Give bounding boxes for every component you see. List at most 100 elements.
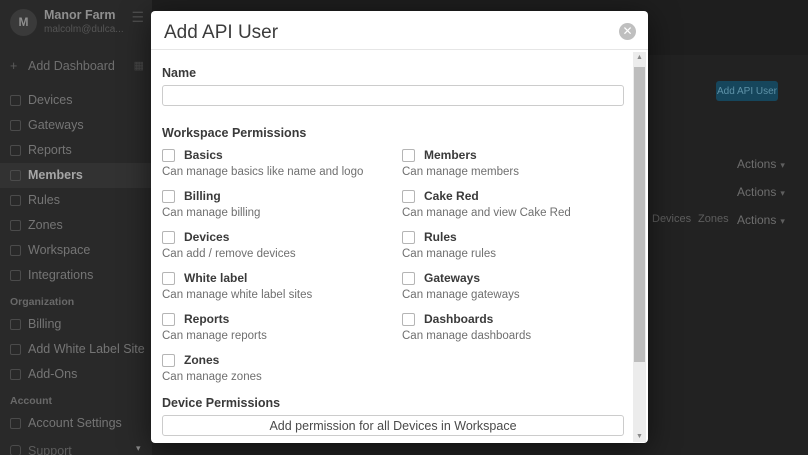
sidebar-item[interactable]: Add White Label Site — [0, 337, 152, 362]
permission-description: Can manage members — [402, 166, 624, 178]
sidebar-item-icon — [10, 418, 21, 429]
sidebar-item[interactable]: Billing — [0, 312, 152, 337]
close-icon[interactable]: ✕ — [619, 23, 636, 40]
permission-checkbox[interactable] — [402, 190, 415, 203]
permission-description: Can manage basics like name and logo — [162, 166, 384, 178]
chevron-down-icon: ▾ — [780, 216, 785, 226]
permission-item: Cake Red Can manage and view Cake Red — [402, 189, 624, 230]
actions-dropdown[interactable]: Actions▾ — [737, 213, 785, 227]
permission-description: Can manage zones — [162, 371, 384, 383]
actions-dropdown[interactable]: Actions▾ — [737, 185, 785, 199]
permission-checkbox[interactable] — [162, 190, 175, 203]
plus-icon: + — [10, 55, 17, 77]
permission-label: Cake Red — [424, 189, 479, 203]
column-header-devices: Devices — [652, 213, 691, 225]
permission-description: Can add / remove devices — [162, 248, 384, 260]
sidebar-item[interactable]: Account Settings — [0, 411, 152, 436]
permission-label: Zones — [184, 353, 219, 367]
actions-dropdown[interactable]: Actions▾ — [737, 157, 785, 171]
add-all-devices-button[interactable]: Add permission for all Devices in Worksp… — [162, 415, 624, 436]
sidebar-item[interactable]: Integrations — [0, 263, 152, 288]
sidebar-nav-organization: Billing Add White Label Site Add-Ons — [0, 312, 152, 387]
permission-checkbox[interactable] — [162, 313, 175, 326]
sidebar-item-icon — [10, 220, 21, 231]
permission-label: Billing — [184, 189, 221, 203]
permission-checkbox[interactable] — [402, 149, 415, 162]
permission-item: Rules Can manage rules — [402, 230, 624, 271]
workspace-email: malcolm@dulca... — [44, 24, 130, 35]
permission-description: Can manage rules — [402, 248, 624, 260]
device-permissions-title: Device Permissions — [162, 396, 624, 410]
sidebar-item[interactable]: Zones — [0, 213, 152, 238]
permission-item: Zones Can manage zones — [162, 353, 384, 394]
permission-item: White label Can manage white label sites — [162, 271, 384, 312]
avatar: M — [10, 9, 37, 36]
add-api-user-button[interactable]: Add API User — [716, 81, 778, 101]
scroll-up-icon[interactable]: ▲ — [633, 54, 646, 61]
workspace-permissions-title: Workspace Permissions — [162, 126, 624, 140]
permission-checkbox[interactable] — [162, 272, 175, 285]
permission-label: Rules — [424, 230, 457, 244]
workspace-name: Manor Farm — [44, 8, 116, 22]
permission-description: Can manage billing — [162, 207, 384, 219]
table-row: Actions▾ — [737, 185, 785, 199]
sidebar-item-icon — [10, 319, 21, 330]
sidebar-item-icon — [10, 170, 21, 181]
permission-checkbox[interactable] — [162, 149, 175, 162]
permission-description: Can manage dashboards — [402, 330, 624, 342]
permission-description: Can manage and view Cake Red — [402, 207, 624, 219]
name-input[interactable] — [162, 85, 624, 106]
sidebar: M Manor Farm malcolm@dulca... ☰ + Add Da… — [0, 0, 152, 455]
section-label-account: Account — [10, 395, 152, 407]
add-dashboard-label: Add Dashboard — [28, 55, 115, 77]
sidebar-item-icon — [10, 245, 21, 256]
permission-checkbox[interactable] — [162, 354, 175, 367]
modal-scrollbar[interactable]: ▲ ▼ — [633, 52, 646, 442]
chevron-down-icon: ▾ — [780, 188, 785, 198]
modal-title: Add API User — [164, 22, 278, 44]
permission-label: White label — [184, 271, 247, 285]
sidebar-item[interactable]: Rules — [0, 188, 152, 213]
hamburger-icon[interactable]: ☰ — [131, 9, 144, 26]
permission-checkbox[interactable] — [162, 231, 175, 244]
sidebar-item-icon — [10, 369, 21, 380]
sidebar-item-icon — [10, 95, 21, 106]
permission-item: Dashboards Can manage dashboards — [402, 312, 624, 353]
sidebar-nav-account: Account Settings — [0, 411, 152, 436]
permission-description: Can manage reports — [162, 330, 384, 342]
table-row: Actions▾ — [737, 157, 785, 171]
scroll-down-icon[interactable]: ▼ — [633, 433, 646, 440]
sidebar-scroll-down-icon[interactable]: ▾ — [136, 443, 141, 454]
section-label-organization: Organization — [10, 296, 152, 308]
permission-item: Devices Can add / remove devices — [162, 230, 384, 271]
sidebar-item-icon — [10, 120, 21, 131]
permission-description: Can manage white label sites — [162, 289, 384, 301]
permission-label: Gateways — [424, 271, 480, 285]
sidebar-item[interactable]: Gateways — [0, 113, 152, 138]
permission-label: Reports — [184, 312, 229, 326]
permission-label: Basics — [184, 148, 223, 162]
workspace-switcher[interactable]: M Manor Farm malcolm@dulca... ☰ — [0, 0, 152, 50]
sidebar-item[interactable]: Members — [0, 163, 152, 188]
sidebar-item[interactable]: Workspace — [0, 238, 152, 263]
column-header-zones: Zones — [698, 213, 729, 225]
name-label: Name — [162, 66, 624, 80]
sidebar-item[interactable]: Add-Ons — [0, 362, 152, 387]
sidebar-item[interactable]: Devices — [0, 88, 152, 113]
permission-checkbox[interactable] — [402, 272, 415, 285]
permission-item: Reports Can manage reports — [162, 312, 384, 353]
chevron-down-icon: ▾ — [780, 160, 785, 170]
sidebar-item-add-dashboard[interactable]: + Add Dashboard ▦ — [0, 55, 152, 77]
sidebar-item-icon — [10, 145, 21, 156]
sidebar-item[interactable]: Reports — [0, 138, 152, 163]
permission-checkbox[interactable] — [402, 231, 415, 244]
permission-checkbox[interactable] — [402, 313, 415, 326]
permissions-grid: Basics Can manage basics like name and l… — [162, 148, 624, 394]
permission-item: Gateways Can manage gateways — [402, 271, 624, 312]
modal-body: Name Workspace Permissions Basics Can ma… — [151, 51, 632, 443]
table-row: Actions▾ — [737, 213, 785, 227]
sidebar-item-support[interactable]: Support — [0, 441, 152, 455]
scrollbar-thumb[interactable] — [634, 67, 645, 362]
permission-item: Basics Can manage basics like name and l… — [162, 148, 384, 189]
sidebar-nav-main: Devices Gateways Reports Members — [0, 88, 152, 288]
